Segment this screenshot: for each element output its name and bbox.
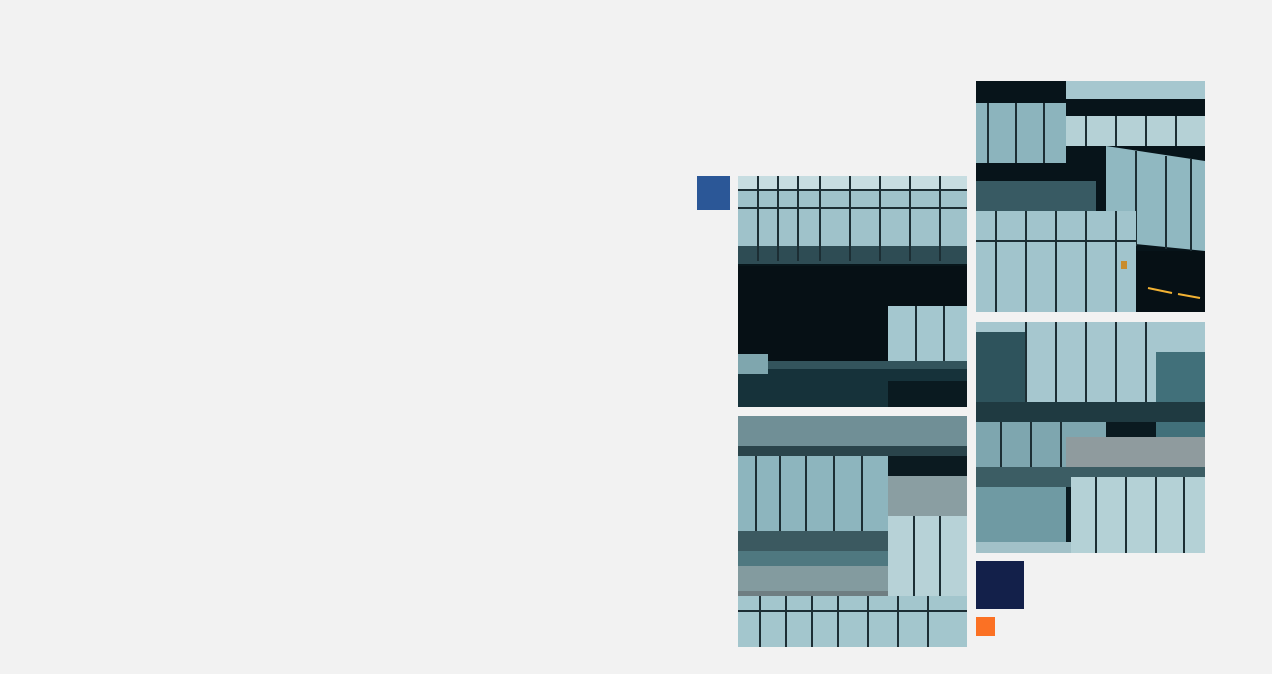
building-photo-tile-bottom-left xyxy=(738,416,967,647)
slide-canvas xyxy=(0,0,1272,674)
building-photo-tile-bottom-right xyxy=(976,322,1205,553)
glass-building-icon xyxy=(738,176,967,407)
glass-building-icon xyxy=(738,416,967,647)
orange-accent-square xyxy=(976,617,995,636)
building-photo-tile-top-right xyxy=(976,81,1205,312)
building-photo-tile-top-left xyxy=(738,176,967,407)
blue-accent-square xyxy=(697,176,730,210)
navy-accent-square xyxy=(976,561,1024,609)
glass-building-icon xyxy=(976,81,1205,312)
glass-building-icon xyxy=(976,322,1205,553)
